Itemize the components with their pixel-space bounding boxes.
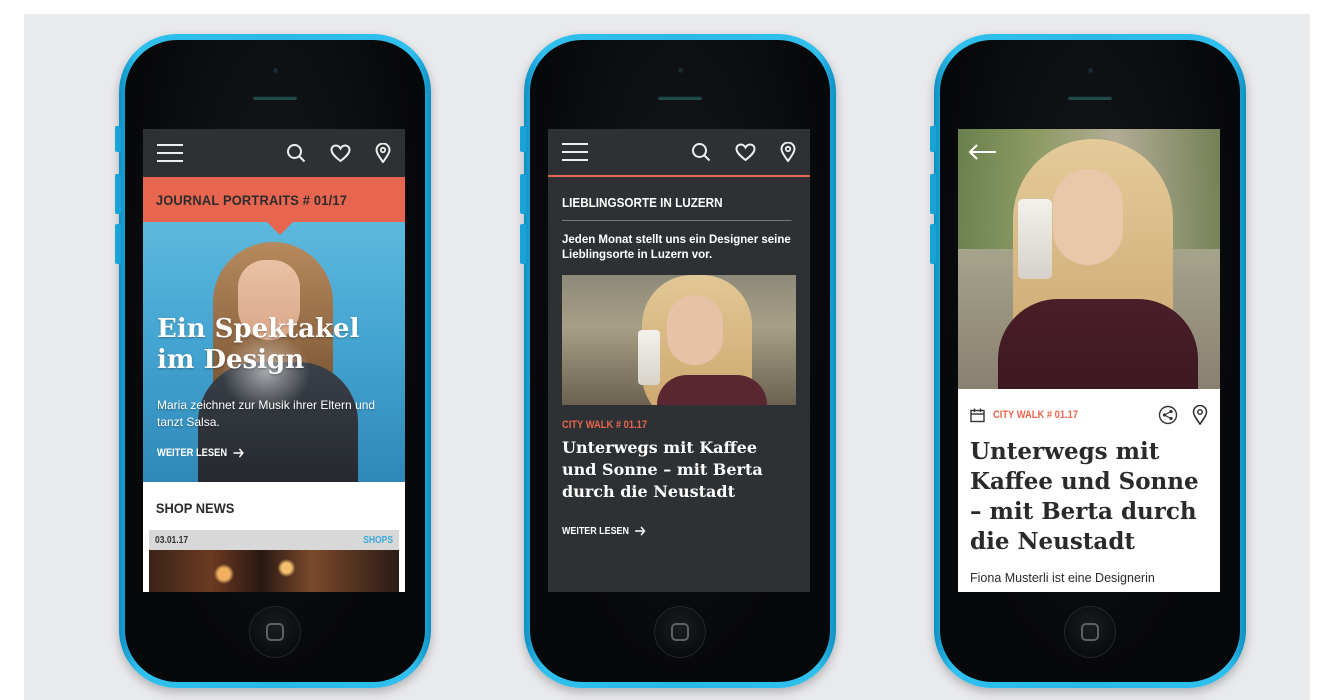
phone-camera bbox=[678, 68, 683, 73]
phone-side-button bbox=[115, 126, 121, 152]
article-headline[interactable]: Unterwegs mit Kaffee und Sonne – mit Ber… bbox=[562, 437, 796, 503]
journal-banner[interactable]: JOURNAL PORTRAITS # 01/17 bbox=[143, 177, 405, 222]
map-pin-icon[interactable] bbox=[375, 143, 391, 163]
shops-link[interactable]: SHOPS bbox=[363, 535, 393, 546]
phone-side-button bbox=[930, 174, 936, 214]
phone-camera bbox=[273, 68, 278, 73]
heart-icon[interactable] bbox=[330, 143, 351, 163]
arrow-right-icon bbox=[233, 448, 244, 458]
article-kicker: CITY WALK # 01.17 bbox=[562, 419, 648, 431]
article-hero-image bbox=[958, 129, 1220, 389]
heart-icon[interactable] bbox=[735, 142, 756, 162]
article-image[interactable] bbox=[562, 275, 796, 405]
article-body: CITY WALK # 01.17 Unterwegs mit Kaffee u… bbox=[958, 389, 1220, 592]
map-pin-icon[interactable] bbox=[1192, 405, 1208, 425]
phone-side-button bbox=[520, 126, 526, 152]
shop-news-item-header: 03.01.17 SHOPS bbox=[149, 530, 399, 550]
article-meta: CITY WALK # 01.17 bbox=[970, 405, 1208, 425]
article-lead: Fiona Musterli ist eine Designerin bbox=[970, 571, 1155, 585]
phone-screen-2: LIEBLINGSORTE IN LUZERN Jeden Monat stel… bbox=[548, 129, 810, 592]
read-more-link[interactable]: WEITER LESEN bbox=[562, 525, 761, 537]
arrow-right-icon bbox=[634, 526, 646, 536]
favorites-section: LIEBLINGSORTE IN LUZERN Jeden Monat stel… bbox=[548, 177, 810, 592]
calendar-icon bbox=[970, 408, 985, 422]
phone-side-button bbox=[930, 126, 936, 152]
share-icon[interactable] bbox=[1158, 405, 1178, 425]
phone-side-button bbox=[930, 224, 936, 264]
home-button[interactable] bbox=[249, 606, 301, 658]
phone-side-button bbox=[520, 224, 526, 264]
phone-speaker bbox=[1068, 96, 1112, 100]
phone-camera bbox=[1088, 68, 1093, 73]
phone-speaker bbox=[253, 96, 297, 100]
section-title: LIEBLINGSORTE IN LUZERN bbox=[562, 195, 792, 221]
hero-teaser[interactable]: Ein Spektakel im Design Maria zeichnet z… bbox=[143, 222, 405, 482]
home-button[interactable] bbox=[654, 606, 706, 658]
banner-pointer bbox=[266, 221, 294, 235]
shop-news-date: 03.01.17 bbox=[155, 534, 189, 546]
phone-side-button bbox=[115, 224, 121, 264]
home-button[interactable] bbox=[1064, 606, 1116, 658]
phone-screen-1: JOURNAL PORTRAITS # 01/17 Ein Spektakel … bbox=[143, 129, 405, 592]
phone-side-button bbox=[520, 174, 526, 214]
map-pin-icon[interactable] bbox=[780, 142, 796, 162]
shop-news-heading: SHOP NEWS bbox=[155, 500, 235, 516]
hero-text: Maria zeichnet zur Musik ihrer Eltern un… bbox=[157, 398, 376, 429]
read-more-link[interactable]: WEITER LESEN bbox=[157, 447, 244, 459]
phone-speaker bbox=[658, 96, 702, 100]
search-icon[interactable] bbox=[286, 143, 306, 163]
search-icon[interactable] bbox=[691, 142, 711, 162]
arrow-left-icon[interactable] bbox=[968, 143, 998, 161]
phone-side-button bbox=[115, 174, 121, 214]
section-description: Jeden Monat stellt uns ein Designer sein… bbox=[562, 234, 791, 261]
phone-mockup-1: JOURNAL PORTRAITS # 01/17 Ein Spektakel … bbox=[115, 34, 431, 688]
shop-news-image[interactable] bbox=[149, 550, 399, 592]
read-more-label: WEITER LESEN bbox=[157, 447, 228, 459]
navbar bbox=[548, 129, 810, 177]
hamburger-icon[interactable] bbox=[562, 143, 588, 161]
hero-title: Ein Spektakel im Design bbox=[157, 314, 360, 375]
article-headline: Unterwegs mit Kaffee und Sonne – mit Ber… bbox=[970, 438, 1199, 555]
hamburger-icon[interactable] bbox=[157, 144, 183, 162]
article-kicker: CITY WALK # 01.17 bbox=[993, 409, 1079, 421]
phone-mockup-3: CITY WALK # 01.17 Unterwegs mit Kaffee u… bbox=[930, 34, 1246, 688]
navbar bbox=[143, 129, 405, 177]
phone-screen-3: CITY WALK # 01.17 Unterwegs mit Kaffee u… bbox=[958, 129, 1220, 592]
phone-mockup-2: LIEBLINGSORTE IN LUZERN Jeden Monat stel… bbox=[520, 34, 836, 688]
read-more-label: WEITER LESEN bbox=[562, 525, 629, 537]
shop-news-section: SHOP NEWS 03.01.17 SHOPS bbox=[143, 482, 405, 592]
